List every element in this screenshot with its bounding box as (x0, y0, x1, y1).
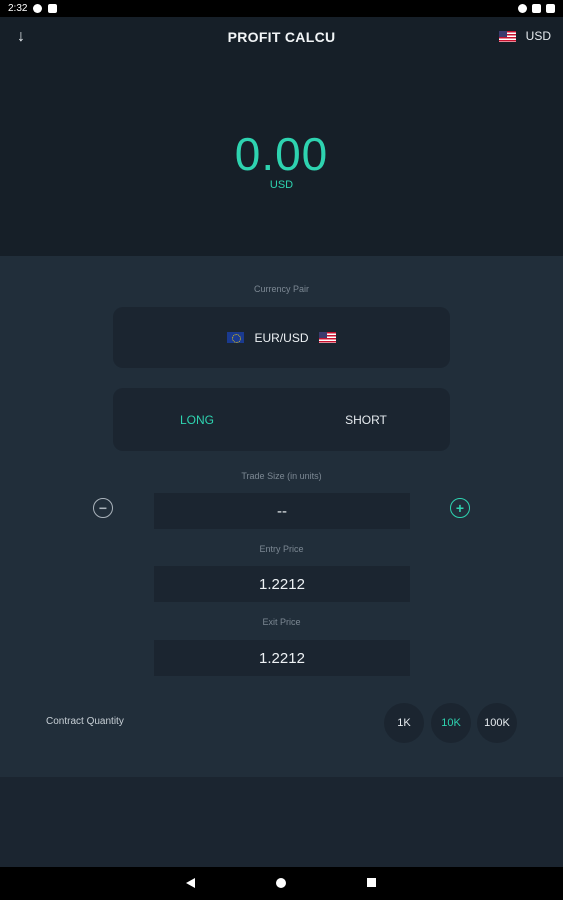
nav-back-icon[interactable] (186, 878, 195, 888)
notification-icon (33, 4, 43, 13)
entry-price-input[interactable]: 1.2212 (154, 566, 410, 602)
direction-toggle: LONG SHORT (113, 388, 450, 451)
eu-flag-icon (227, 332, 245, 343)
system-nav-bar (0, 867, 563, 900)
sim-card-icon (48, 4, 58, 13)
trade-size-label: Trade Size (in units) (241, 471, 322, 481)
us-flag-icon (498, 30, 516, 42)
exit-price-input[interactable]: 1.2212 (154, 640, 410, 676)
currency-selector[interactable]: USD (498, 29, 551, 43)
entry-price-label: Entry Price (259, 544, 304, 554)
profit-value: 0.00 (234, 128, 329, 180)
us-flag-icon (318, 332, 336, 343)
plus-circle-icon[interactable]: + (450, 498, 470, 518)
quantity-10k-button[interactable]: 10K (431, 703, 471, 743)
currency-pair-label: Currency Pair (253, 284, 309, 294)
calculator-form: Currency Pair EUR/USD LONG SHORT Trade S… (0, 256, 563, 777)
signal-icon (532, 4, 541, 13)
currency-pair-value: EUR/USD (254, 330, 309, 345)
app-bar: ↓ PROFIT CALCU USD (0, 17, 563, 57)
currency-pair-selector[interactable]: EUR/USD (113, 307, 450, 368)
profit-result-panel: 0.00 USD (0, 57, 563, 256)
nav-home-icon[interactable] (276, 878, 286, 888)
profit-unit: USD (269, 179, 294, 191)
quantity-100k-button[interactable]: 100K (477, 703, 517, 743)
quantity-1k-button[interactable]: 1K (384, 703, 424, 743)
exit-price-label: Exit Price (262, 617, 301, 627)
page-title: PROFIT CALCU (227, 29, 336, 45)
trade-size-input[interactable]: -- (154, 493, 410, 529)
wifi-icon (518, 4, 527, 13)
battery-icon (546, 4, 555, 13)
status-bar: 2:32 (0, 0, 563, 17)
nav-recents-icon[interactable] (367, 878, 376, 887)
status-time: 2:32 (8, 3, 28, 14)
contract-quantity-label: Contract Quantity (46, 716, 124, 727)
minus-circle-icon[interactable]: − (93, 498, 113, 518)
currency-selector-label: USD (525, 29, 551, 43)
long-button[interactable]: LONG (113, 388, 281, 451)
short-button[interactable]: SHORT (282, 388, 450, 451)
